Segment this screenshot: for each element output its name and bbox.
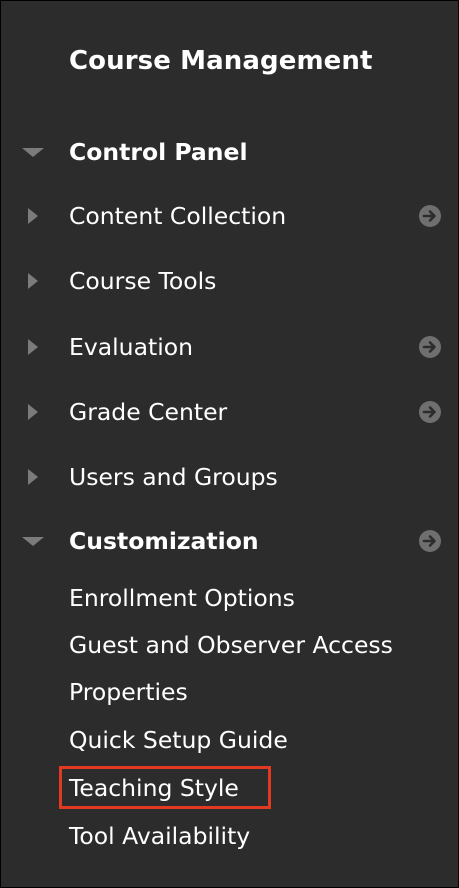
triangle-right-icon[interactable]: [28, 208, 38, 224]
triangle-right-icon[interactable]: [28, 404, 38, 420]
panel-title: Course Management: [69, 46, 373, 76]
section-label: Customization: [69, 527, 259, 555]
menu-item-evaluation[interactable]: Evaluation: [1, 322, 458, 372]
link-enrollment-options[interactable]: Enrollment Options: [69, 576, 295, 620]
section-control-panel[interactable]: Control Panel: [1, 127, 458, 177]
section-customization[interactable]: Customization: [1, 516, 458, 566]
section-label: Control Panel: [69, 138, 248, 166]
menu-item-content-collection[interactable]: Content Collection: [1, 191, 458, 241]
arrow-circle-right-icon[interactable]: [419, 401, 441, 423]
triangle-right-icon[interactable]: [28, 469, 38, 485]
menu-item-label: Users and Groups: [69, 463, 278, 491]
arrow-circle-right-icon[interactable]: [419, 205, 441, 227]
course-management-panel: Course Management Control Panel Content …: [0, 0, 459, 888]
link-guest-and-observer-access[interactable]: Guest and Observer Access: [69, 623, 393, 667]
arrow-circle-right-icon[interactable]: [419, 336, 441, 358]
triangle-down-icon[interactable]: [22, 537, 44, 546]
menu-item-grade-center[interactable]: Grade Center: [1, 387, 458, 437]
menu-item-label: Grade Center: [69, 398, 228, 426]
link-properties[interactable]: Properties: [69, 670, 188, 714]
triangle-right-icon[interactable]: [28, 339, 38, 355]
arrow-circle-right-icon[interactable]: [419, 530, 441, 552]
menu-item-label: Evaluation: [69, 333, 193, 361]
link-quick-setup-guide[interactable]: Quick Setup Guide: [69, 718, 288, 762]
highlight-box: [59, 766, 271, 809]
menu-item-label: Content Collection: [69, 202, 287, 230]
triangle-right-icon[interactable]: [28, 273, 38, 289]
link-tool-availability[interactable]: Tool Availability: [69, 814, 250, 858]
triangle-down-icon[interactable]: [22, 148, 44, 157]
menu-item-course-tools[interactable]: Course Tools: [1, 256, 458, 306]
menu-item-label: Course Tools: [69, 267, 217, 295]
menu-item-users-and-groups[interactable]: Users and Groups: [1, 452, 458, 502]
